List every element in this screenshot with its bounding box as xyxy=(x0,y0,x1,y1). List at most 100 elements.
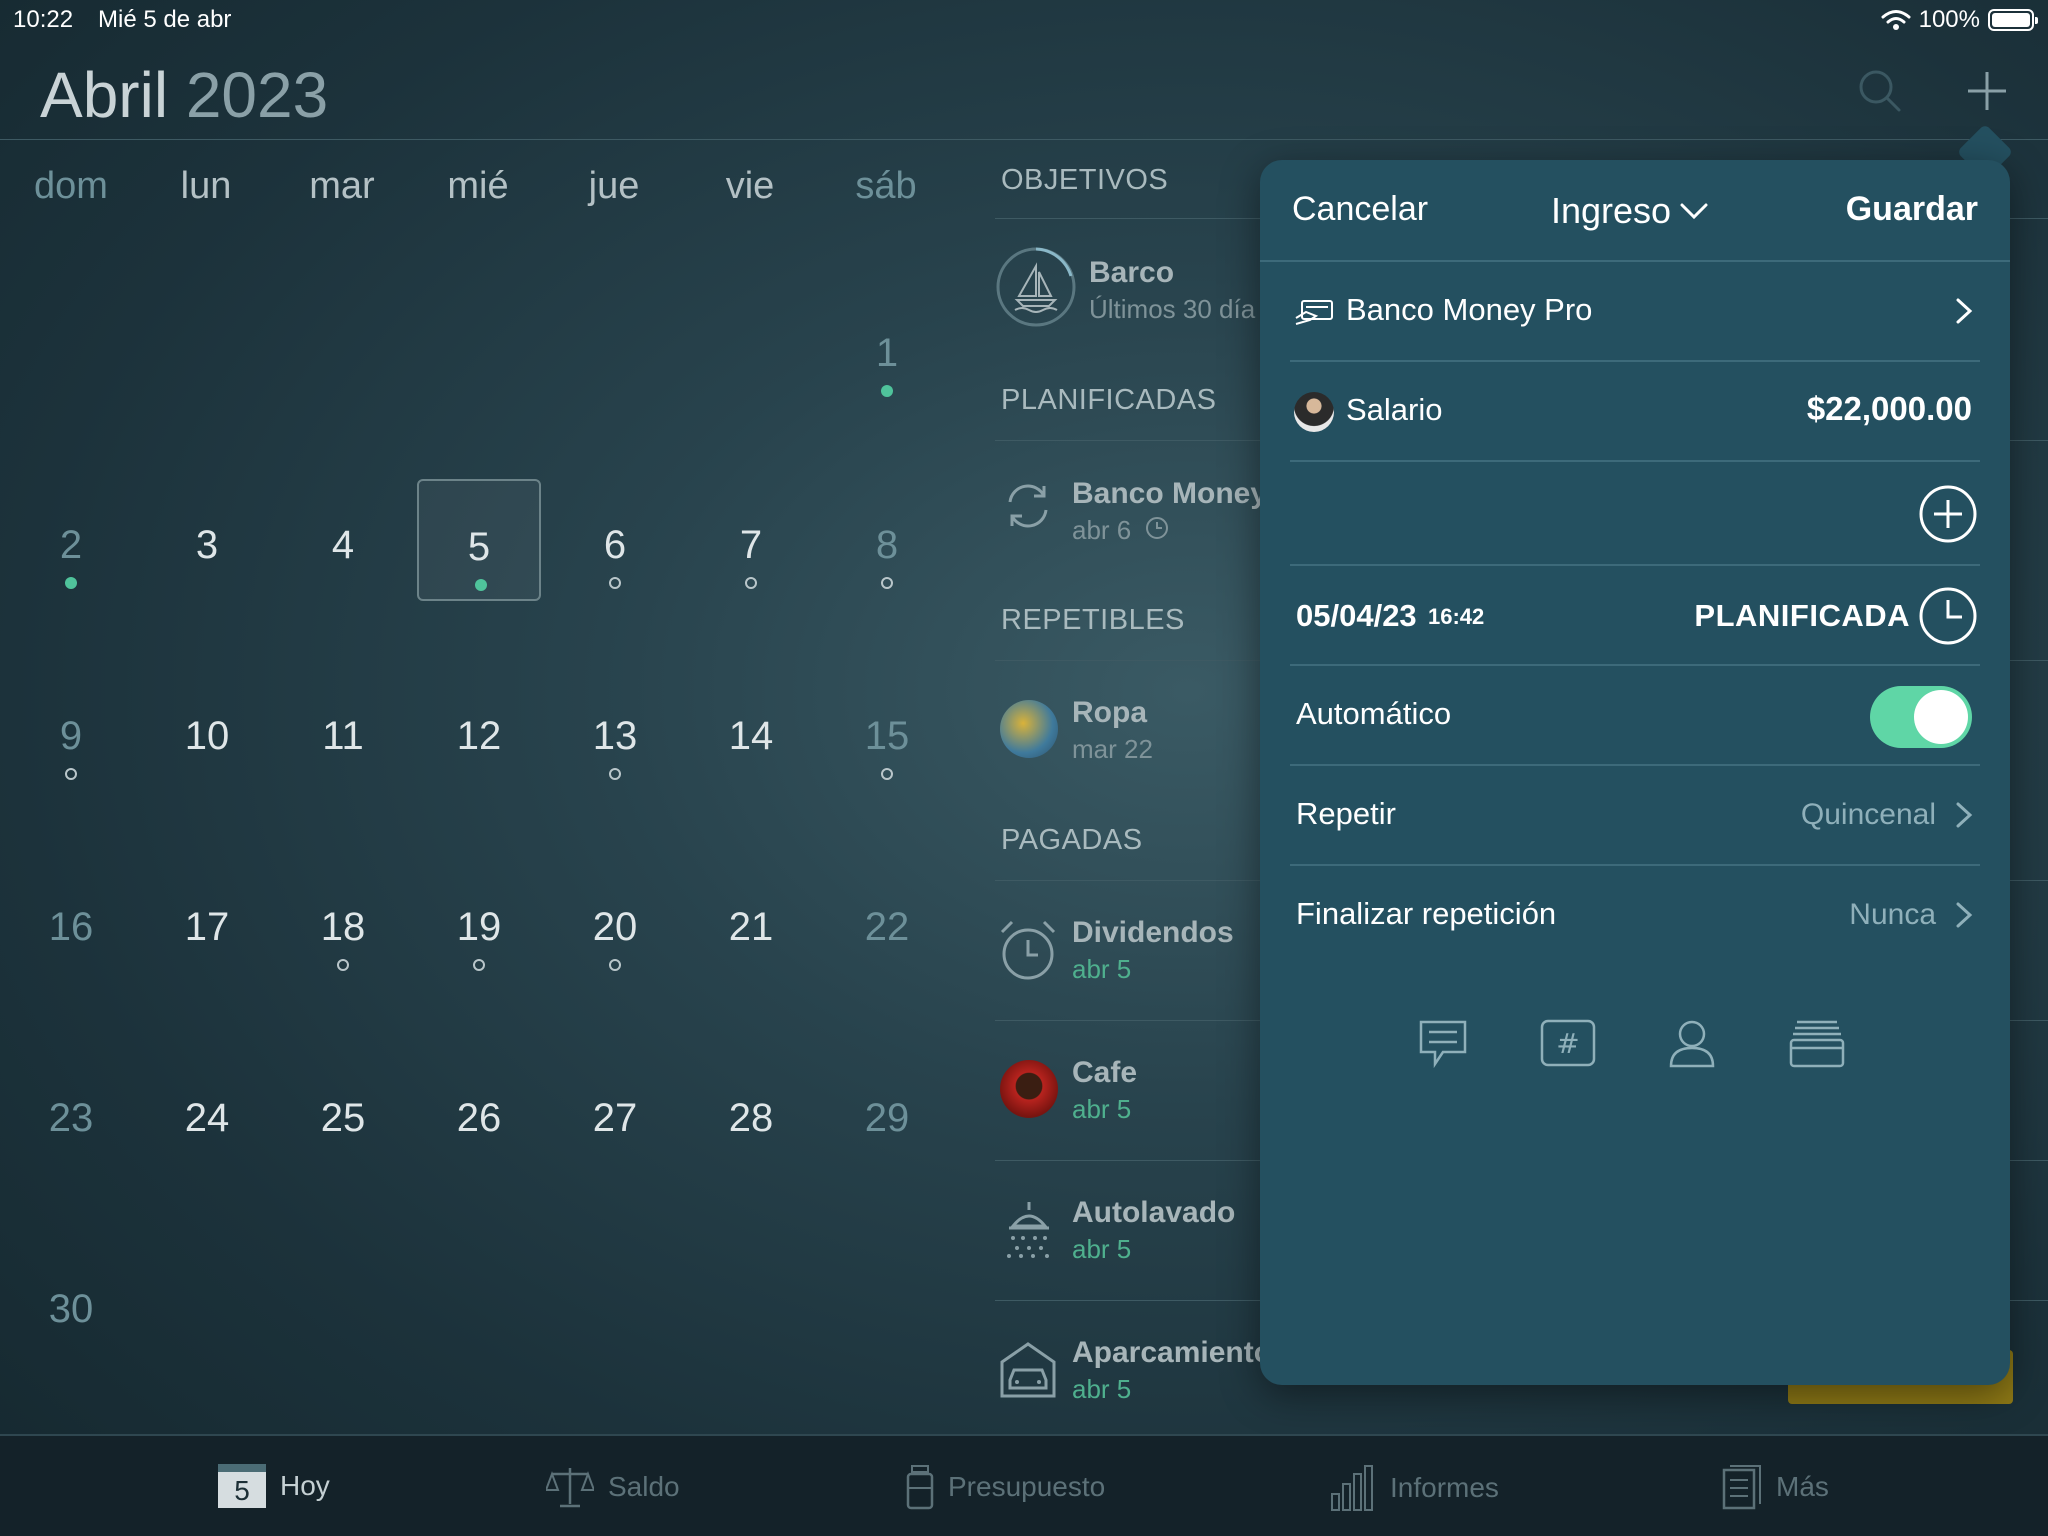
tab-budget[interactable]: Presupuesto xyxy=(906,1464,1105,1510)
avatar xyxy=(1294,392,1334,432)
calendar-day[interactable]: 4 xyxy=(281,492,405,614)
tab-more[interactable]: Más xyxy=(1722,1464,1829,1510)
automatic-toggle[interactable] xyxy=(1870,686,1972,748)
weekday-label: lun xyxy=(180,165,232,207)
calendar-day[interactable]: 1 xyxy=(825,300,949,422)
calendar-day[interactable]: 7 xyxy=(689,492,813,614)
calendar-day[interactable]: 12 xyxy=(417,683,541,805)
calendar-day[interactable]: 28 xyxy=(689,1065,813,1187)
calendar-day[interactable]: 27 xyxy=(553,1065,677,1187)
calendar-day[interactable]: 15 xyxy=(825,683,949,805)
calendar-day[interactable]: 16 xyxy=(9,874,133,996)
sailboat-icon xyxy=(996,247,1076,327)
clock-icon[interactable] xyxy=(1918,586,1978,646)
calendar-day[interactable]: 9 xyxy=(9,683,133,805)
calendar-day[interactable]: 22 xyxy=(825,874,949,996)
year: 2023 xyxy=(185,59,329,131)
plus-icon[interactable] xyxy=(1962,66,2012,116)
clock-icon xyxy=(1146,517,1168,539)
tab-label: Informes xyxy=(1390,1472,1499,1503)
event-dot xyxy=(609,577,621,589)
calendar-day[interactable]: 18 xyxy=(281,874,405,996)
recurring-subtitle: mar 22 xyxy=(1072,734,1153,764)
calendar-day[interactable]: 13 xyxy=(553,683,677,805)
calendar-day[interactable]: 6 xyxy=(553,492,677,614)
coffee-cup-icon xyxy=(1000,1060,1058,1118)
attachment-toolbar: # xyxy=(1415,1018,1875,1078)
end-repeat-row[interactable]: Finalizar repetición Nunca xyxy=(1290,866,1980,966)
calendar-day[interactable]: 25 xyxy=(281,1065,405,1187)
calendar-day[interactable]: 21 xyxy=(689,874,813,996)
weekday-label: mar xyxy=(309,165,375,207)
event-dot xyxy=(881,768,893,780)
tab-today[interactable]: 5 Hoy xyxy=(218,1464,330,1508)
paid-item-title[interactable]: Aparcamiento xyxy=(1072,1336,1272,1370)
amount-value[interactable]: $22,000.00 xyxy=(1807,390,1972,428)
calendar-day[interactable]: 10 xyxy=(145,683,269,805)
calendar-day[interactable]: 29 xyxy=(825,1065,949,1187)
calendar-day[interactable]: 23 xyxy=(9,1065,133,1187)
calendar-day[interactable]: 24 xyxy=(145,1065,269,1187)
comment-icon[interactable] xyxy=(1415,1018,1471,1070)
date-value[interactable]: 05/04/23 xyxy=(1296,598,1417,634)
goal-title[interactable]: Barco xyxy=(1089,256,1174,290)
account-row[interactable]: Banco Money Pro xyxy=(1290,262,1980,362)
add-split-row xyxy=(1290,462,1980,566)
scale-icon xyxy=(546,1468,594,1508)
recurring-title[interactable]: Ropa xyxy=(1072,696,1147,730)
calendar-day[interactable]: 14 xyxy=(689,683,813,805)
weekday-label: jue xyxy=(588,165,640,207)
category-row[interactable]: Salario $22,000.00 xyxy=(1290,362,1980,462)
chevron-down-icon xyxy=(1680,203,1708,220)
paid-item-title[interactable]: Autolavado xyxy=(1072,1196,1235,1230)
weekday-label: mié xyxy=(447,165,509,207)
archive-box-icon[interactable] xyxy=(1787,1018,1847,1070)
calendar-day[interactable]: 19 xyxy=(417,874,541,996)
account-name: Banco Money Pro xyxy=(1346,292,1593,327)
wifi-icon xyxy=(1881,10,1911,30)
hashtag-icon[interactable]: # xyxy=(1539,1018,1597,1068)
recurring-icon xyxy=(1008,484,1048,528)
calendar-day-today[interactable]: 5 xyxy=(417,479,541,601)
add-circle-icon[interactable] xyxy=(1918,484,1978,544)
transaction-type-dropdown[interactable]: Ingreso xyxy=(1551,190,1709,232)
calendar-day[interactable]: 17 xyxy=(145,874,269,996)
cancel-button[interactable]: Cancelar xyxy=(1292,190,1428,229)
calendar-day[interactable]: 3 xyxy=(145,492,269,614)
event-dot xyxy=(881,577,893,589)
calendar-day[interactable]: 2 xyxy=(9,492,133,614)
calendar-day[interactable]: 30 xyxy=(9,1256,133,1378)
calendar-day[interactable]: 20 xyxy=(553,874,677,996)
header: Abril 2023 xyxy=(0,40,2048,140)
paid-item-subtitle: abr 5 xyxy=(1072,1374,1132,1404)
tab-reports[interactable]: Informes xyxy=(1330,1464,1499,1512)
goal-subtitle: Últimos 30 día xyxy=(1089,294,1256,324)
search-icon[interactable] xyxy=(1855,66,1905,116)
status-right: 100% xyxy=(1881,6,2038,34)
repeat-row[interactable]: Repetir Quincenal xyxy=(1290,766,1980,866)
paid-item-title[interactable]: Cafe xyxy=(1072,1056,1137,1090)
calendar-day[interactable]: 11 xyxy=(281,683,405,805)
chevron-right-icon xyxy=(1956,802,1973,828)
tab-label: Hoy xyxy=(280,1470,330,1501)
event-dot xyxy=(337,959,349,971)
repeat-value: Quincenal xyxy=(1800,798,1936,831)
tab-balance[interactable]: Saldo xyxy=(546,1464,680,1510)
weekday-label: dom xyxy=(34,165,108,207)
calendar-day[interactable]: 8 xyxy=(825,492,949,614)
date-row[interactable]: 05/04/23 16:42 PLANIFICADA xyxy=(1290,566,1980,666)
calendar-day[interactable]: 26 xyxy=(417,1065,541,1187)
paid-item-title[interactable]: Dividendos xyxy=(1072,916,1234,950)
weekday-label: sáb xyxy=(855,165,917,207)
jar-icon xyxy=(906,1465,934,1510)
bank-hand-icon xyxy=(1295,300,1333,325)
event-dot xyxy=(609,959,621,971)
section-title-recurring: REPETIBLES xyxy=(1001,604,1185,636)
person-icon[interactable] xyxy=(1667,1018,1717,1070)
document-icon xyxy=(1722,1465,1761,1510)
save-button[interactable]: Guardar xyxy=(1846,190,1978,229)
planned-title[interactable]: Banco Money xyxy=(1072,477,1267,511)
event-dot xyxy=(609,768,621,780)
time-value[interactable]: 16:42 xyxy=(1428,604,1484,630)
automatic-row: Automático xyxy=(1290,666,1980,766)
